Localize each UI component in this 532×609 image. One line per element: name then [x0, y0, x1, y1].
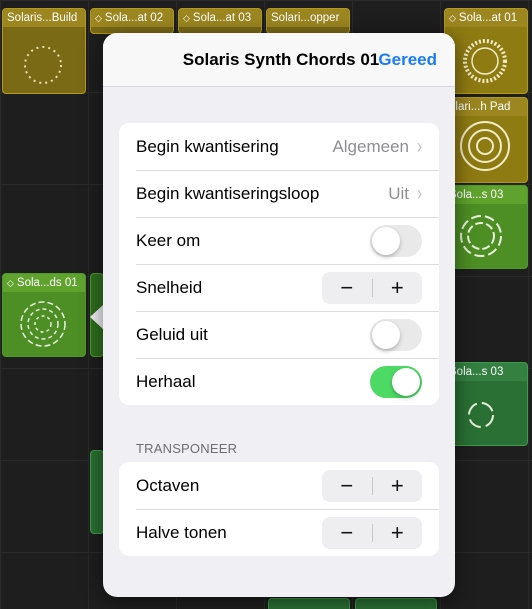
cell-partial-bottom-1[interactable]	[268, 598, 350, 609]
done-button[interactable]: Gereed	[378, 50, 437, 70]
row-start-quantization-loop[interactable]: Begin kwantiseringsloop Uit ›	[119, 170, 439, 217]
chevron-right-icon: ›	[417, 134, 422, 159]
row-start-quantization[interactable]: Begin kwantisering Algemeen ›	[119, 123, 439, 170]
row-value: Uit	[388, 183, 409, 203]
plus-button[interactable]: +	[373, 272, 423, 304]
cell-solari-h-pad[interactable]: olari...h Pad	[444, 97, 528, 183]
row-label: Begin kwantisering	[136, 136, 279, 156]
row-reverse: Keer om	[119, 217, 439, 264]
row-label: Geluid uit	[136, 324, 208, 344]
expand-arrows-icon: ◇	[95, 12, 102, 23]
row-label: Snelheid	[136, 277, 203, 297]
row-value: Algemeen	[332, 136, 409, 156]
popover-header: Solaris Synth Chords 01 Gereed	[103, 33, 455, 87]
minus-button[interactable]: −	[322, 517, 372, 549]
loop-toggle[interactable]	[370, 365, 422, 398]
loop-waveform-icon	[24, 46, 62, 84]
cell-title: Sola...at 03	[192, 12, 252, 24]
cell-title: Sola...ds 01	[16, 277, 78, 289]
row-label: Keer om	[136, 230, 201, 250]
loop-waveform-icon	[460, 215, 502, 257]
cell-title: Sola...s 03	[445, 363, 527, 381]
expand-arrows-icon: ◇	[449, 12, 456, 23]
minus-button[interactable]: −	[322, 272, 372, 304]
cell-title: Sola...s 03	[445, 186, 527, 204]
plus-button[interactable]: +	[373, 470, 423, 502]
cell-title: olari...h Pad	[445, 98, 527, 116]
section-header-transpose: TRANSPONEER	[136, 441, 238, 456]
row-loop: Herhaal	[119, 358, 439, 405]
row-label: Octaven	[136, 475, 200, 495]
row-speed: Snelheid − +	[119, 264, 439, 311]
loop-waveform-icon	[463, 39, 507, 83]
octaves-stepper: − +	[322, 469, 423, 502]
cell-solaris-build[interactable]: Solaris...Build	[2, 8, 86, 94]
cell-sola-ds-01[interactable]: ◇ Sola...ds 01	[2, 273, 86, 357]
loop-waveform-icon	[468, 402, 494, 428]
loop-waveform-icon	[460, 121, 510, 171]
semitones-stepper: − +	[322, 516, 423, 549]
cell-title: Solari...opper	[267, 9, 349, 27]
settings-group: Begin kwantisering Algemeen › Begin kwan…	[119, 123, 439, 405]
expand-arrows-icon: ◇	[183, 12, 190, 23]
mute-toggle[interactable]	[370, 318, 422, 351]
reverse-toggle[interactable]	[370, 224, 422, 257]
expand-arrows-icon: ◇	[7, 277, 14, 288]
loop-settings-popover: Solaris Synth Chords 01 Gereed Begin kwa…	[103, 33, 455, 597]
cell-title: Sola...at 01	[458, 12, 518, 24]
speed-stepper: − +	[322, 271, 423, 304]
minus-button[interactable]: −	[322, 470, 372, 502]
cell-sola-s-03-bottom[interactable]: Sola...s 03	[444, 362, 528, 446]
row-label: Halve tonen	[136, 522, 227, 542]
loop-waveform-icon	[20, 301, 66, 347]
row-mute: Geluid uit	[119, 311, 439, 358]
row-label: Herhaal	[136, 371, 196, 391]
cell-sola-at-03[interactable]: ◇ Sola...at 03	[178, 8, 262, 34]
cell-partial-bottom-2[interactable]	[355, 598, 437, 609]
cell-sola-s-03-top[interactable]: Sola...s 03	[444, 185, 528, 269]
cell-solari-opper[interactable]: Solari...opper	[266, 8, 350, 34]
cell-title: Solaris...Build	[3, 9, 85, 27]
chevron-right-icon: ›	[417, 181, 422, 206]
transpose-group: Octaven − + Halve tonen − +	[119, 462, 439, 556]
row-semitones: Halve tonen − +	[119, 509, 439, 556]
cell-title: Sola...at 02	[104, 12, 164, 24]
cell-sola-at-02[interactable]: ◇ Sola...at 02	[90, 8, 174, 34]
cell-sola-at-01[interactable]: ◇ Sola...at 01	[444, 8, 528, 94]
popover-arrow	[90, 304, 104, 330]
cell-partial-lower-left[interactable]	[90, 450, 104, 534]
plus-button[interactable]: +	[373, 517, 423, 549]
row-label: Begin kwantiseringsloop	[136, 183, 320, 203]
row-octaves: Octaven − +	[119, 462, 439, 509]
